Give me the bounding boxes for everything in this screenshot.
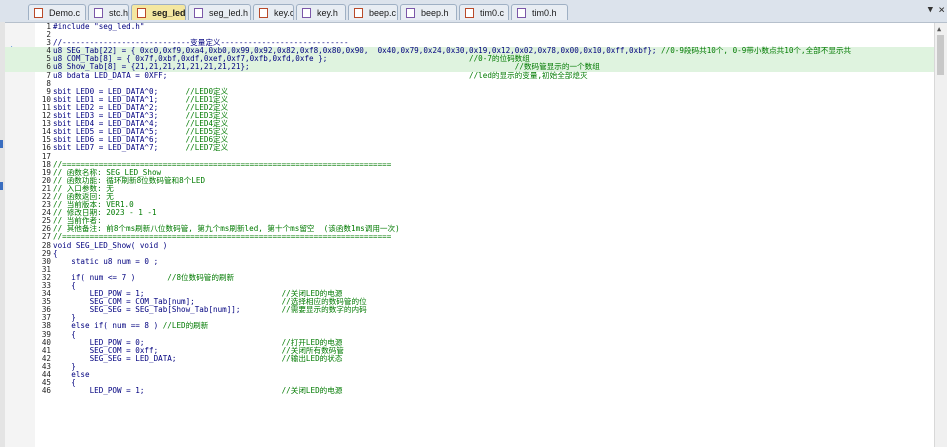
code-line[interactable]: 20// 函数功能: 循环刷新8位数码管和8个LED xyxy=(5,176,935,185)
scrollbar-thumb[interactable] xyxy=(937,35,944,75)
code-comment: //关闭LED的电源 xyxy=(144,386,343,396)
tab-label: seg_led.c xyxy=(152,8,186,18)
tab-label: beep.c xyxy=(369,8,397,18)
code-comment: //LED的刷新 xyxy=(158,321,209,331)
code-line[interactable]: 1 #include "seg_led.h" xyxy=(5,23,935,31)
tab-label: Demo.c xyxy=(49,8,81,18)
tab-key-c[interactable]: key.c xyxy=(253,4,294,20)
scroll-up-arrow-icon[interactable]: ▲ xyxy=(937,25,941,33)
code-text: void SEG_LED_Show( void ) xyxy=(53,240,168,250)
tab-tim0-h[interactable]: tim0.h xyxy=(511,4,568,20)
bookmark-marker xyxy=(0,182,3,190)
code-text: else if( num == 8 ) //LED的刷新 xyxy=(53,322,208,330)
code-statement: u8 bdata LED_DATA = 0XFF; xyxy=(53,70,168,80)
code-line[interactable]: 43 } xyxy=(5,362,935,371)
chevron-down-icon[interactable]: ▼ xyxy=(928,5,933,15)
code-line[interactable]: 7 u8 bdata LED_DATA = 0XFF; //led的显示的变量,初… xyxy=(5,70,935,80)
code-editor[interactable]: 1 #include "seg_led.h" 2 3//---------------… xyxy=(5,23,935,447)
code-comment: //0-9段码共10个, 0-9带小数点共10个,全部不显示共 xyxy=(656,46,852,56)
bookmark-marker xyxy=(0,140,3,148)
tab-label: stc.h xyxy=(109,8,129,18)
tab-demo-c[interactable]: Demo.c xyxy=(28,4,86,20)
code-statement: LED_POW = 1; xyxy=(53,386,145,396)
code-text: if( num <= 7 ) //8位数码管的刷新 xyxy=(53,272,235,282)
code-comment: //输出LED的状态 xyxy=(176,353,343,363)
tab-stc-h[interactable]: stc.h xyxy=(88,4,129,20)
c-file-icon xyxy=(465,8,474,18)
code-text: u8 bdata LED_DATA = 0XFF; //led的显示的变量,初始… xyxy=(53,70,588,80)
code-line[interactable]: 28 void SEG_LED_Show( void ) xyxy=(5,240,935,250)
code-comment: //需要显示的数字的内码 xyxy=(240,305,367,315)
code-line[interactable]: 32 if( num <= 7 ) //8位数码管的刷新 xyxy=(5,272,935,282)
code-line[interactable]: 21// 入口参数: 无 xyxy=(5,184,935,193)
code-statement: void SEG_LED_Show( void ) xyxy=(53,240,168,250)
h-file-icon xyxy=(517,8,526,18)
c-file-icon xyxy=(259,8,268,18)
tab-label: tim0.h xyxy=(532,8,557,18)
line-number: 46 xyxy=(41,386,51,396)
code-line[interactable]: 36 SEG_SEG = SEG_Tab[Show_Tab[num]]; //需… xyxy=(5,306,935,314)
tab-label: key.c xyxy=(274,8,294,18)
code-line[interactable]: 24// 修改日期: 2023 - 1 -1 xyxy=(5,209,935,217)
tab-label: key.h xyxy=(317,8,338,18)
tab-label: tim0.c xyxy=(480,8,505,18)
tab-tim0-c[interactable]: tim0.c xyxy=(459,4,509,20)
code-statement: #include "seg_led.h" xyxy=(53,23,145,31)
c-file-icon xyxy=(354,8,363,18)
h-file-icon xyxy=(406,8,415,18)
h-file-icon xyxy=(194,8,203,18)
h-file-icon xyxy=(302,8,311,18)
code-comment: //8位数码管的刷新 xyxy=(135,272,235,282)
code-text: static u8 num = 0 ; xyxy=(53,256,159,266)
tab-label: beep.h xyxy=(421,8,449,18)
c-file-icon xyxy=(34,8,43,18)
code-text: SEG_SEG = SEG_Tab[Show_Tab[num]]; //需要显示… xyxy=(53,306,367,314)
tab-seg-led-c[interactable]: seg_led.c xyxy=(131,4,186,20)
code-line[interactable]: 38 else if( num == 8 ) //LED的刷新 xyxy=(5,322,935,330)
code-text: sbit LED7 = LED_DATA^7; //LED7定义 xyxy=(53,144,228,152)
code-text: SEG_SEG = LED_DATA; //输出LED的状态 xyxy=(53,353,343,363)
code-line[interactable]: 44 else xyxy=(5,370,935,379)
c-file-icon xyxy=(137,8,146,18)
code-line[interactable]: 46 LED_POW = 1; //关闭LED的电源 xyxy=(5,387,935,395)
code-comment: //led的显示的变量,初始全部熄灭 xyxy=(167,70,588,80)
code-line[interactable]: 30 static u8 num = 0 ; xyxy=(5,256,935,266)
code-lines: 1 #include "seg_led.h" 2 3//---------------… xyxy=(5,23,935,395)
close-icon[interactable]: × xyxy=(938,3,945,16)
tab-label: seg_led.h xyxy=(209,8,249,18)
code-comment: //LED7定义 xyxy=(158,143,229,153)
h-file-icon xyxy=(94,8,103,18)
code-line[interactable]: 42 SEG_SEG = LED_DATA; //输出LED的状态 xyxy=(5,353,935,363)
tab-beep-h[interactable]: beep.h xyxy=(400,4,457,20)
code-statement: static u8 num = 0 ; xyxy=(53,256,159,266)
tab-seg-led-h[interactable]: seg_led.h xyxy=(188,4,251,20)
code-text: LED_POW = 1; //关闭LED的电源 xyxy=(53,386,343,396)
file-tab-bar: ▼ × Demo.c stc.h seg_led.c seg_led.h key.c ke… xyxy=(0,0,947,23)
code-statement: SEG_SEG = SEG_Tab[Show_Tab[num]]; xyxy=(53,305,241,315)
code-text: #include "seg_led.h" xyxy=(53,23,144,31)
vertical-scrollbar[interactable]: ▲ xyxy=(934,23,947,447)
tab-key-h[interactable]: key.h xyxy=(296,4,346,20)
tab-beep-c[interactable]: beep.c xyxy=(348,4,398,20)
code-statement: sbit LED7 = LED_DATA^7; xyxy=(53,143,159,153)
code-line[interactable]: 22// 函数返回: 无 xyxy=(5,192,935,201)
code-line[interactable]: 16 sbit LED7 = LED_DATA^7; //LED7定义 xyxy=(5,144,935,152)
